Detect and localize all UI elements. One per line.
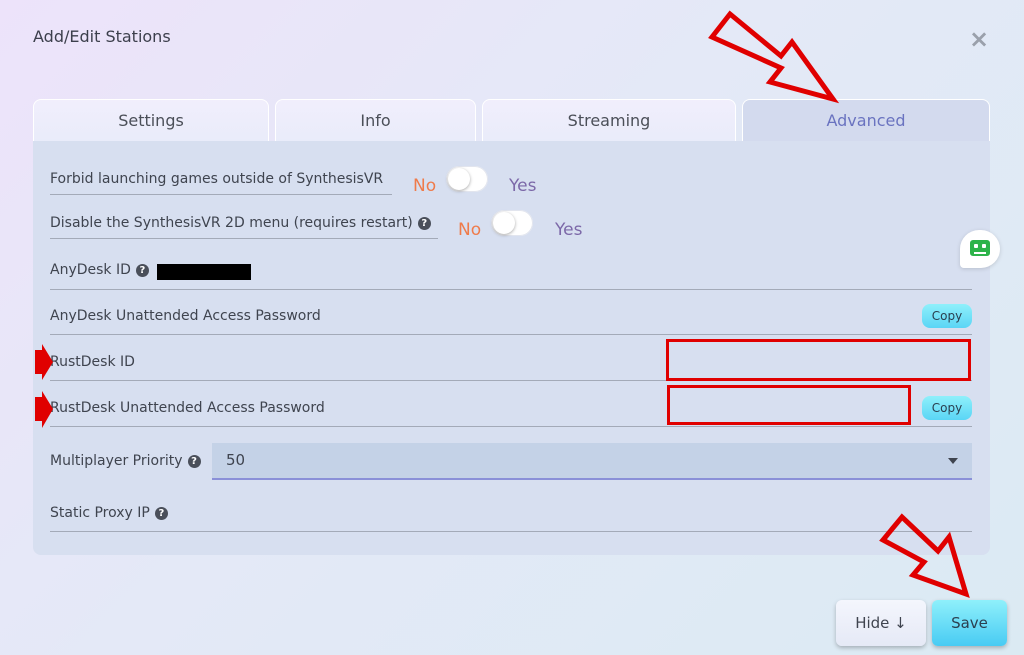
rustdesk-password-highlight-box <box>667 385 911 425</box>
rustdesk-id-label: RustDesk ID <box>50 354 135 370</box>
forbid-launch-no-label: No <box>413 176 437 196</box>
forbid-launch-yes-label: Yes <box>509 176 537 196</box>
forbid-launch-label: Forbid launching games outside of Synthe… <box>50 171 383 187</box>
rustdesk-password-text: RustDesk Unattended Access Password <box>50 400 325 416</box>
toggle-knob <box>448 168 470 190</box>
tab-label: Streaming <box>567 111 651 130</box>
tab-advanced[interactable]: Advanced <box>742 99 990 141</box>
multiplayer-priority-value: 50 <box>226 451 246 469</box>
multiplayer-priority-label: Multiplayer Priority ? <box>50 453 201 469</box>
tab-label: Settings <box>118 111 184 130</box>
disable-menu-label: Disable the SynthesisVR 2D menu (require… <box>50 215 431 231</box>
chat-bot-mouth <box>974 252 986 254</box>
help-icon[interactable]: ? <box>417 216 431 230</box>
disable-menu-no-label: No <box>458 220 482 240</box>
static-proxy-ip-label: Static Proxy IP ? <box>50 505 168 521</box>
save-button[interactable]: Save <box>932 600 1007 646</box>
forbid-launch-underline <box>50 194 392 195</box>
tab-label: Info <box>360 111 391 130</box>
anydesk-id-underline <box>50 289 972 290</box>
rustdesk-id-highlight-box <box>666 339 971 381</box>
tab-label: Advanced <box>826 111 906 130</box>
disable-menu-yes-label: Yes <box>555 220 583 240</box>
chevron-down-icon <box>948 458 958 464</box>
disable-menu-toggle[interactable] <box>491 210 533 236</box>
anydesk-id-text: AnyDesk ID <box>50 262 131 278</box>
rustdesk-password-label: RustDesk Unattended Access Password <box>50 400 325 416</box>
tab-streaming[interactable]: Streaming <box>482 99 736 141</box>
rustdesk-password-underline <box>50 426 972 427</box>
arrow-annotation-icon <box>708 10 840 104</box>
dialog-title: Add/Edit Stations <box>33 27 171 46</box>
anydesk-password-copy-button[interactable]: Copy <box>922 304 972 328</box>
disable-menu-underline <box>50 238 438 239</box>
static-proxy-ip-underline[interactable] <box>50 531 972 532</box>
rustdesk-password-copy-button[interactable]: Copy <box>922 396 972 420</box>
help-icon[interactable]: ? <box>154 506 168 520</box>
help-icon[interactable]: ? <box>187 454 201 468</box>
close-icon[interactable]: × <box>968 27 990 51</box>
multiplayer-priority-text: Multiplayer Priority <box>50 453 183 469</box>
anydesk-password-label: AnyDesk Unattended Access Password <box>50 308 321 324</box>
help-icon[interactable]: ? <box>135 263 149 277</box>
rustdesk-id-text: RustDesk ID <box>50 354 135 370</box>
forbid-launch-toggle[interactable] <box>446 166 488 192</box>
hide-button[interactable]: Hide ↓ <box>836 600 926 646</box>
tab-settings[interactable]: Settings <box>33 99 269 141</box>
multiplayer-priority-select[interactable]: 50 <box>212 443 972 480</box>
tab-info[interactable]: Info <box>275 99 476 141</box>
chat-bot-icon[interactable] <box>960 230 1000 268</box>
anydesk-password-text: AnyDesk Unattended Access Password <box>50 308 321 324</box>
anydesk-id-redacted-value <box>157 264 251 280</box>
toggle-knob <box>493 212 515 234</box>
anydesk-password-underline <box>50 334 972 335</box>
static-proxy-ip-text: Static Proxy IP <box>50 505 150 521</box>
disable-menu-text: Disable the SynthesisVR 2D menu (require… <box>50 215 413 231</box>
forbid-launch-text: Forbid launching games outside of Synthe… <box>50 171 384 187</box>
anydesk-id-label: AnyDesk ID ? <box>50 262 149 278</box>
